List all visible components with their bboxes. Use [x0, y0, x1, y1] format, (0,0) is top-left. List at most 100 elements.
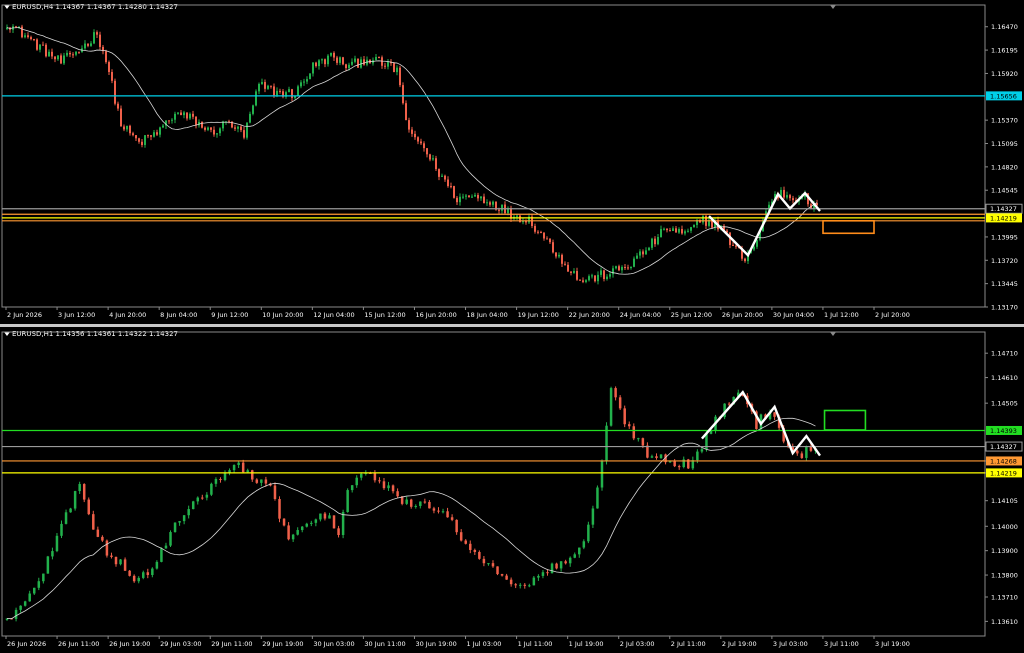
candle-body: [387, 61, 389, 67]
candle-body: [270, 85, 272, 87]
candle-body: [614, 388, 617, 398]
candle-body: [496, 566, 499, 575]
candle-body: [205, 494, 209, 498]
candle-body: [796, 450, 799, 454]
candle-body: [128, 570, 131, 576]
candle-body: [588, 276, 590, 281]
candle-body: [600, 270, 602, 275]
candle-body: [387, 485, 390, 489]
candle-body: [39, 44, 41, 50]
candle-body: [783, 189, 785, 198]
candle-body: [641, 438, 645, 446]
candle-body: [627, 267, 629, 269]
candle-body: [339, 57, 341, 63]
candle-body: [809, 446, 813, 451]
candle-body: [36, 39, 38, 50]
candle-body: [555, 563, 558, 569]
candle-body: [450, 517, 454, 520]
candle-body: [363, 59, 365, 65]
y-tick-label: 1.13170: [991, 304, 1018, 312]
candle-body: [636, 255, 638, 259]
candle-body: [732, 244, 734, 246]
candle-body: [453, 186, 455, 198]
candle-body: [288, 89, 290, 93]
candle-body: [156, 132, 158, 135]
candle-body: [114, 80, 116, 104]
y-tick-label: 1.14545: [991, 187, 1018, 195]
candle-body: [168, 120, 170, 122]
x-tick-label: 2 Jul 19:00: [722, 640, 757, 648]
candle-body: [396, 491, 399, 497]
candle-body: [132, 575, 136, 582]
candle-body: [164, 545, 168, 549]
candle-body: [300, 82, 302, 87]
x-tick-label: 1 Jul 11:00: [518, 640, 553, 648]
candle-body: [328, 515, 331, 519]
candle-body: [146, 572, 150, 575]
candle-body: [14, 609, 18, 619]
price-badge-label: 1.14393: [990, 427, 1017, 435]
candle-body: [585, 280, 587, 282]
target-zone-box[interactable]: [822, 219, 875, 235]
h1-candlestick-chart[interactable]: 1.14710 1.14610 1.14505 1.14327 1.14268 1.142…: [0, 327, 1024, 653]
candle-body: [650, 456, 654, 458]
candle-body: [255, 91, 257, 106]
zigzag-pattern[interactable]: [708, 191, 821, 258]
candle-body: [336, 57, 338, 63]
candle-body: [147, 135, 149, 137]
x-tick-label: 2 Jun 2026: [7, 311, 42, 319]
y-tick-label: 1.13720: [991, 257, 1018, 265]
candle-body: [375, 56, 377, 61]
candle-body: [201, 497, 204, 499]
target-zone-box[interactable]: [823, 409, 867, 431]
candle-body: [150, 135, 152, 137]
candle-body: [105, 51, 107, 63]
candle-body: [393, 63, 395, 73]
candle-body: [108, 62, 110, 73]
candle-body: [249, 113, 251, 123]
candle-body: [615, 266, 617, 269]
candle-body: [486, 202, 488, 204]
candle-body: [87, 499, 91, 515]
price-badge-label: 1.14327: [990, 205, 1017, 213]
x-tick-label: 1 Jul 19:00: [569, 640, 604, 648]
h4-candlestick-chart[interactable]: 1.16470 1.16195 1.15920 1.15370 1.15095 1.148…: [0, 0, 1024, 324]
candle-body: [465, 195, 467, 197]
candle-body: [552, 242, 554, 253]
h4-chart-pane[interactable]: EURUSD,H4 1.14367 1.14367 1.14280 1.1432…: [0, 0, 1024, 324]
candle-body: [260, 479, 263, 483]
candle-body: [24, 35, 26, 38]
candle-body: [663, 228, 665, 230]
candle-body: [291, 534, 295, 540]
candle-body: [474, 194, 476, 197]
candle-body: [523, 584, 527, 586]
candle-body: [305, 523, 309, 527]
candle-body: [573, 554, 576, 558]
candle-body: [287, 525, 290, 540]
candle-body: [350, 485, 354, 491]
candle-body: [144, 135, 146, 145]
candle-body: [582, 541, 586, 548]
candle-body: [48, 51, 50, 57]
candle-body: [550, 563, 554, 574]
candle-body: [405, 103, 407, 121]
candle-body: [382, 481, 386, 489]
chart-shift-marker[interactable]: [830, 5, 836, 9]
candle-body: [594, 275, 596, 282]
candle-body: [677, 466, 681, 468]
candle-body: [659, 454, 663, 459]
candle-body: [518, 584, 522, 586]
h1-chart-pane[interactable]: EURUSD,H1 1.14356 1.14361 1.14322 1.1432…: [0, 327, 1024, 653]
candle-body: [480, 196, 482, 199]
candle-body: [306, 79, 308, 82]
candle-body: [546, 572, 549, 574]
candle-body: [273, 86, 275, 96]
candle-body: [357, 58, 359, 68]
candle-body: [660, 229, 662, 238]
chart-shift-marker[interactable]: [830, 332, 836, 336]
x-tick-label: 29 Jun 11:00: [211, 640, 252, 648]
candle-body: [391, 485, 395, 492]
candle-body: [373, 472, 377, 481]
candle-body: [137, 577, 140, 582]
candle-body: [773, 412, 776, 417]
